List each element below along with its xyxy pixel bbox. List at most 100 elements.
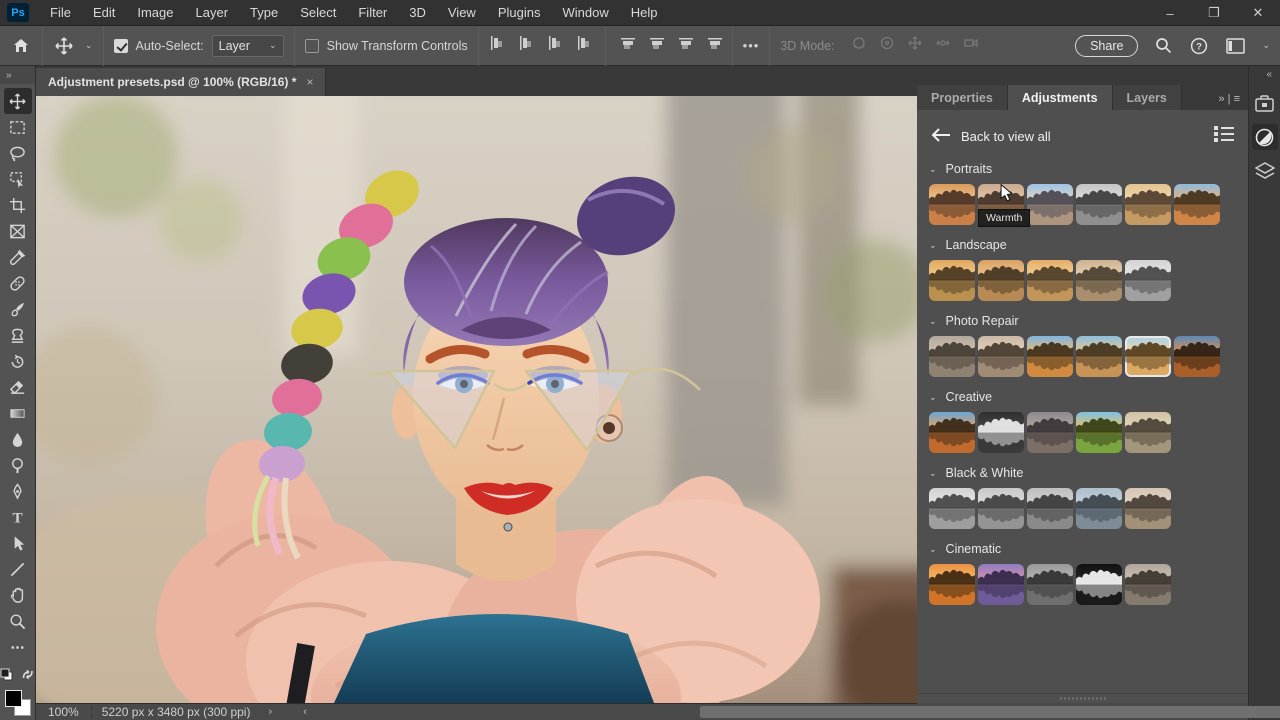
crop-tool[interactable] [4, 192, 32, 218]
chevron-down-icon[interactable]: ⌄ [85, 40, 93, 51]
preset-thumbnail[interactable]: Warmth [978, 184, 1024, 225]
preset-thumbnail[interactable] [1174, 184, 1220, 225]
chevron-down-icon[interactable]: ⌄ [929, 392, 937, 403]
document-canvas[interactable] [36, 96, 917, 703]
close-button[interactable]: ✕ [1236, 0, 1280, 26]
edit-toolbar[interactable] [4, 634, 32, 660]
brush-tool[interactable] [4, 296, 32, 322]
preset-thumbnail[interactable] [1076, 184, 1122, 225]
restore-button[interactable]: ❐ [1192, 0, 1236, 26]
menu-view[interactable]: View [437, 0, 487, 25]
show-transform-checkbox[interactable] [305, 39, 319, 53]
tab-layers[interactable]: Layers [1113, 85, 1182, 110]
chevron-down-icon[interactable]: ⌄ [929, 164, 937, 175]
auto-select-target-dropdown[interactable]: Layer ⌄ [212, 35, 284, 57]
preset-thumbnail[interactable] [1027, 412, 1073, 453]
healing-brush-tool[interactable] [4, 270, 32, 296]
menu-layer[interactable]: Layer [185, 0, 240, 25]
preset-thumbnail[interactable] [978, 564, 1024, 605]
preset-thumbnail[interactable] [1027, 184, 1073, 225]
back-arrow-icon[interactable] [931, 128, 951, 145]
panel-resize-grip[interactable] [917, 693, 1248, 703]
status-nav-arrows[interactable]: › ‹ [260, 706, 320, 718]
auto-select-checkbox[interactable] [114, 39, 128, 53]
search-icon[interactable] [1152, 35, 1174, 57]
dock-collapse-icon[interactable]: « [1266, 66, 1280, 86]
section-title[interactable]: Creative [946, 390, 993, 404]
libraries-panel-icon[interactable] [1252, 90, 1278, 116]
menu-image[interactable]: Image [126, 0, 184, 25]
preset-thumbnail[interactable] [929, 260, 975, 301]
frame-tool[interactable] [4, 218, 32, 244]
preset-thumbnail[interactable] [1027, 260, 1073, 301]
section-title[interactable]: Cinematic [946, 542, 1002, 556]
menu-plugins[interactable]: Plugins [487, 0, 552, 25]
preset-thumbnail[interactable] [978, 412, 1024, 453]
foreground-color-swatch[interactable] [5, 690, 22, 707]
more-options-icon[interactable]: ••• [733, 38, 770, 53]
preset-thumbnail[interactable] [1174, 336, 1220, 377]
chevron-down-icon[interactable]: ⌄ [929, 316, 937, 327]
menu-3d[interactable]: 3D [398, 0, 437, 25]
section-title[interactable]: Portraits [946, 162, 993, 176]
move-tool-icon[interactable] [53, 35, 75, 57]
preset-thumbnail[interactable] [1076, 488, 1122, 529]
align-top-icon[interactable] [616, 38, 635, 53]
preset-thumbnail[interactable] [929, 184, 975, 225]
preset-thumbnail[interactable] [929, 564, 975, 605]
align-left-icon[interactable] [491, 36, 506, 55]
3d-orbit-icon[interactable] [851, 35, 867, 56]
gradient-tool[interactable] [4, 400, 32, 426]
preset-thumbnail[interactable] [1125, 564, 1171, 605]
preset-thumbnail[interactable] [1076, 260, 1122, 301]
help-icon[interactable]: ? [1188, 35, 1210, 57]
preset-thumbnail[interactable] [1027, 488, 1073, 529]
align-h-edges-icon[interactable] [578, 36, 593, 55]
menu-help[interactable]: Help [620, 0, 669, 25]
preset-thumbnail[interactable] [929, 336, 975, 377]
preset-thumbnail[interactable] [929, 488, 975, 529]
panel-menu-icons[interactable]: » | ≡ [1218, 93, 1240, 105]
align-middle-icon[interactable] [645, 38, 664, 53]
swap-colors-icon[interactable] [21, 668, 35, 686]
clone-stamp-tool[interactable] [4, 322, 32, 348]
share-button[interactable]: Share [1075, 35, 1138, 57]
history-brush-tool[interactable] [4, 348, 32, 374]
horizontal-scrollbar[interactable] [700, 706, 1280, 718]
menu-filter[interactable]: Filter [347, 0, 398, 25]
menu-window[interactable]: Window [551, 0, 619, 25]
chevron-down-icon[interactable]: ⌄ [929, 240, 937, 251]
3d-camera-icon[interactable] [963, 35, 979, 56]
distribute-v-icon[interactable] [703, 38, 722, 53]
menu-edit[interactable]: Edit [82, 0, 126, 25]
preset-thumbnail[interactable] [1125, 260, 1171, 301]
preset-thumbnail[interactable] [1125, 412, 1171, 453]
preset-thumbnail[interactable] [978, 260, 1024, 301]
3d-roll-icon[interactable] [879, 35, 895, 56]
section-title[interactable]: Black & White [946, 466, 1024, 480]
adjustments-panel-icon[interactable] [1252, 124, 1278, 150]
line-tool[interactable] [4, 556, 32, 582]
chevron-down-icon[interactable]: ⌄ [929, 544, 937, 555]
home-icon[interactable] [10, 35, 32, 57]
align-center-h-icon[interactable] [520, 36, 535, 55]
eyedropper-tool[interactable] [4, 244, 32, 270]
list-view-icon[interactable] [1214, 126, 1234, 145]
menu-file[interactable]: File [39, 0, 82, 25]
preset-thumbnail[interactable] [1125, 184, 1171, 225]
preset-thumbnail[interactable] [1125, 488, 1171, 529]
zoom-level[interactable]: 100% [36, 705, 91, 719]
path-selection-tool[interactable] [4, 530, 32, 556]
align-right-icon[interactable] [549, 36, 564, 55]
dodge-tool[interactable] [4, 452, 32, 478]
tab-adjustments[interactable]: Adjustments [1008, 85, 1113, 110]
back-to-view-all-label[interactable]: Back to view all [961, 129, 1051, 144]
menu-type[interactable]: Type [239, 0, 289, 25]
zoom-tool[interactable] [4, 608, 32, 634]
default-colors-icon[interactable] [0, 668, 13, 686]
document-tab[interactable]: Adjustment presets.psd @ 100% (RGB/16) *… [36, 68, 326, 96]
section-title[interactable]: Landscape [946, 238, 1007, 252]
marquee-tool[interactable] [4, 114, 32, 140]
tab-properties[interactable]: Properties [917, 85, 1008, 110]
preset-thumbnail[interactable] [1027, 564, 1073, 605]
